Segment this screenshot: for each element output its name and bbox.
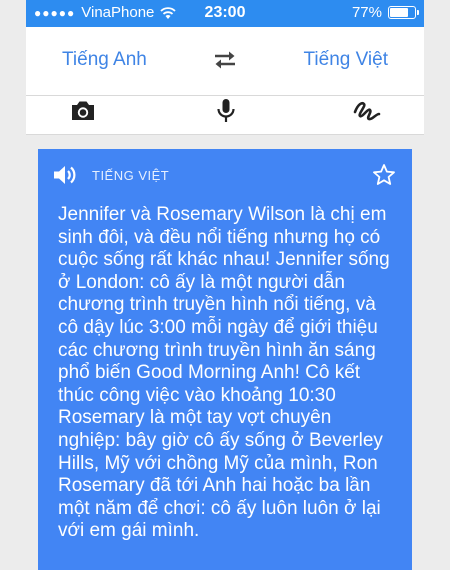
status-bar: ●●●●● VinaPhone 23:00 77%: [26, 0, 424, 27]
signal-strength-icon: ●●●●●: [34, 5, 76, 20]
battery-icon: [388, 6, 419, 19]
star-icon[interactable]: [372, 163, 396, 187]
wifi-icon: [160, 6, 177, 19]
carrier-name: VinaPhone: [81, 4, 155, 21]
speaker-icon[interactable]: [52, 163, 78, 187]
language-selector-bar: Tiếng Anh Tiếng Việt: [26, 27, 424, 95]
translation-text: Jennifer và Rosemary Wilson là chị em si…: [58, 204, 390, 542]
battery-percent: 77%: [351, 4, 382, 21]
handwriting-icon[interactable]: [352, 98, 382, 124]
translation-card-header: TIẾNG VIỆT: [50, 163, 400, 189]
translation-language-label: TIẾNG VIỆT: [92, 168, 170, 183]
swap-arrows-icon[interactable]: [211, 49, 239, 71]
input-tools-bar: [26, 95, 424, 135]
status-left: ●●●●● VinaPhone: [34, 4, 177, 21]
source-language-button[interactable]: Tiếng Anh: [62, 49, 147, 71]
camera-icon[interactable]: [68, 98, 98, 124]
microphone-icon[interactable]: [211, 98, 241, 124]
translation-card: TIẾNG VIỆT Jennifer và Rosemary Wilson l…: [38, 149, 412, 570]
status-time: 23:00: [204, 4, 246, 21]
status-right: 77%: [351, 4, 419, 21]
target-language-button[interactable]: Tiếng Việt: [304, 49, 389, 71]
battery-level: [390, 8, 409, 17]
